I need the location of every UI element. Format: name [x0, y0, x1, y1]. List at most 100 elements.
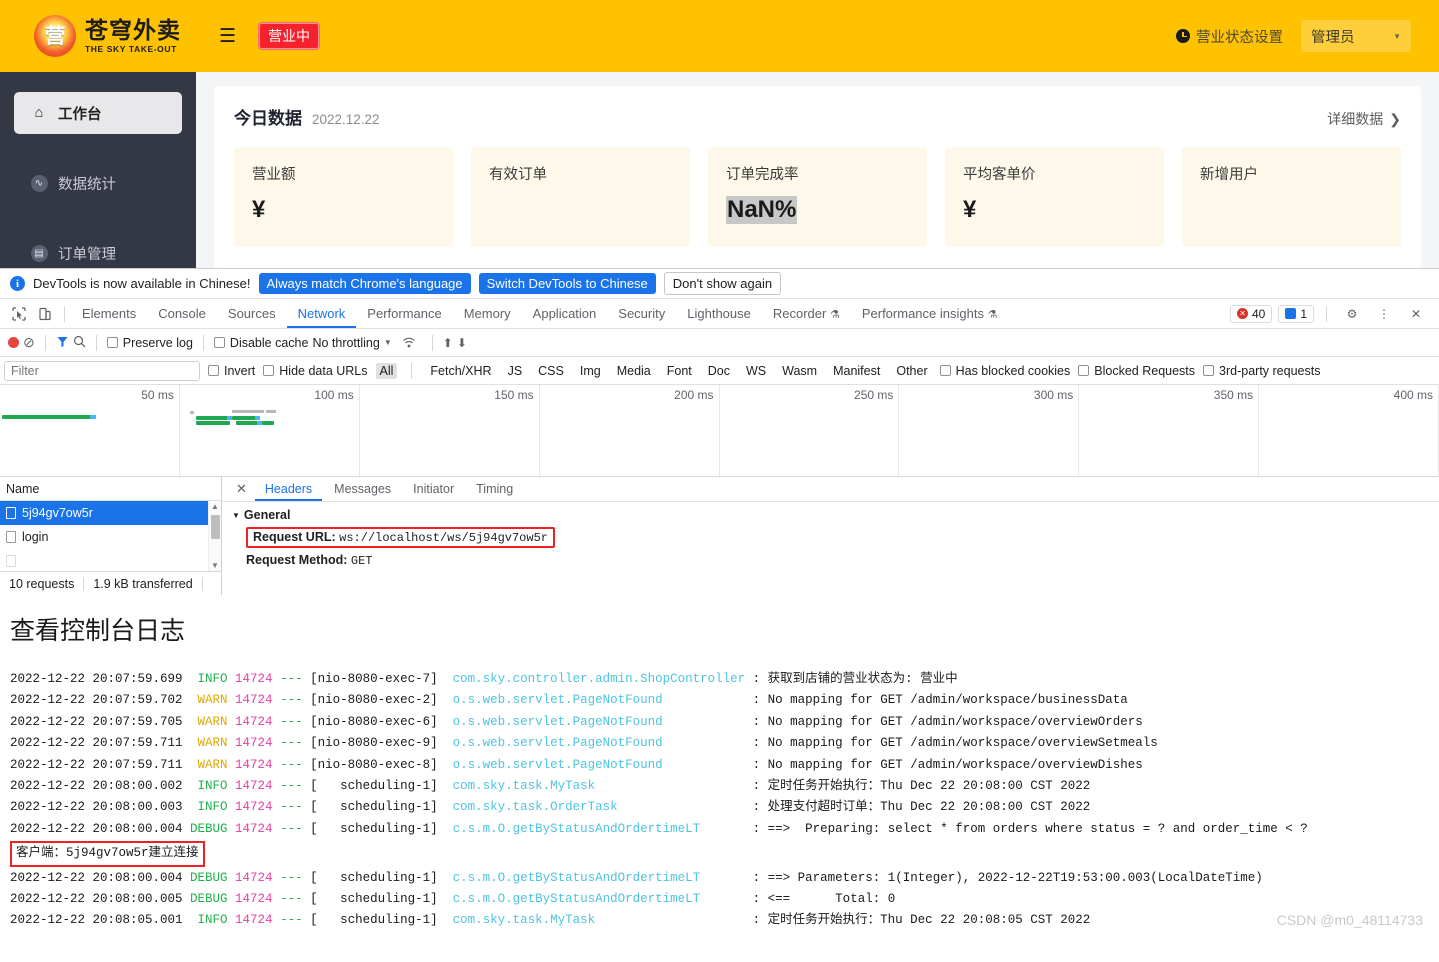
tab-console[interactable]: Console — [147, 299, 217, 328]
tab-lighthouse[interactable]: Lighthouse — [676, 299, 762, 328]
filter-type-doc[interactable]: Doc — [704, 363, 734, 379]
disable-cache-checkbox[interactable]: Disable cache — [213, 336, 308, 350]
filter-type-img[interactable]: Img — [576, 363, 605, 379]
request-detail-panel: ✕ Headers Messages Initiator Timing ▼ Ge… — [222, 477, 1439, 595]
filter-type-ws[interactable]: WS — [742, 363, 770, 379]
request-row-partial[interactable] — [0, 549, 221, 571]
filter-type-manifest[interactable]: Manifest — [829, 363, 884, 379]
log-pid: 14724 — [235, 736, 281, 751]
request-list-scrollbar[interactable]: ▲ ▼ — [208, 501, 221, 571]
user-role-dropdown[interactable]: 管理员 ▼ — [1301, 20, 1411, 52]
request-name: 5j94gv7ow5r — [22, 506, 93, 520]
log-logger: c.s.m.O.getByStatusAndOrdertimeLT — [452, 821, 753, 836]
scrollbar-thumb[interactable] — [211, 515, 220, 539]
inspect-element-icon[interactable] — [6, 301, 32, 327]
always-match-language-button[interactable]: Always match Chrome's language — [258, 273, 471, 294]
filter-type-js[interactable]: JS — [504, 363, 527, 379]
filter-type-media[interactable]: Media — [613, 363, 655, 379]
preserve-log-checkbox[interactable]: Preserve log — [106, 336, 193, 350]
log-separator: --- — [280, 892, 311, 907]
sidebar-item-statistics[interactable]: ∿ 数据统计 — [14, 162, 182, 204]
business-status-setting-button[interactable]: 营业状态设置 — [1176, 26, 1283, 47]
log-level: INFO — [190, 913, 236, 928]
chevron-down-icon[interactable]: ▼ — [384, 338, 392, 347]
logo-icon: 营 — [34, 15, 76, 57]
checkbox-box — [1078, 365, 1090, 376]
app-body: ⌂ 工作台 ∿ 数据统计 ▤ 订单管理 今日数据 2022.12.22 详细数据… — [0, 72, 1439, 268]
chevron-down-icon: ▼ — [232, 510, 240, 520]
gear-icon[interactable]: ⚙ — [1339, 301, 1365, 327]
tab-headers[interactable]: Headers — [254, 477, 323, 501]
blocked-requests-checkbox[interactable]: Blocked Requests — [1078, 364, 1195, 378]
log-line: 2022-12-22 20:08:00.004 DEBUG 14724 --- … — [10, 819, 1429, 840]
tab-performance[interactable]: Performance — [356, 299, 452, 328]
filter-input[interactable] — [4, 360, 200, 381]
request-url-highlight: Request URL: ws://localhost/ws/5j94gv7ow… — [246, 527, 555, 548]
log-thread: [nio-8080-exec-6] — [310, 714, 453, 729]
dashboard-content: 今日数据 2022.12.22 详细数据 ❯ 营业额 ¥ 有效订单 订单完成率 … — [196, 72, 1439, 268]
filter-type-all[interactable]: All — [375, 362, 398, 379]
device-toolbar-icon[interactable] — [32, 301, 58, 327]
error-count-badge[interactable]: ✕ 40 — [1229, 304, 1273, 323]
sidebar-item-orders[interactable]: ▤ 订单管理 — [14, 232, 182, 268]
export-har-icon[interactable]: ⬇ — [457, 336, 467, 350]
log-thread: [ scheduling-1] — [310, 892, 453, 907]
detail-data-link[interactable]: 详细数据 ❯ — [1327, 109, 1401, 129]
request-row-login[interactable]: login — [0, 525, 221, 549]
dismiss-notice-button[interactable]: Don't show again — [663, 272, 782, 295]
document-icon — [6, 507, 16, 519]
tab-performance-insights[interactable]: Performance insights ⚗ — [851, 299, 1009, 328]
tab-application[interactable]: Application — [522, 299, 608, 328]
log-level: INFO — [190, 779, 236, 794]
timeline-grid: 50 ms 100 ms 150 ms 200 ms 250 ms 300 ms… — [0, 385, 1439, 476]
filter-type-wasm[interactable]: Wasm — [778, 363, 821, 379]
search-icon[interactable] — [73, 335, 86, 351]
log-thread: [ scheduling-1] — [310, 779, 453, 794]
tab-recorder[interactable]: Recorder ⚗ — [762, 299, 851, 328]
message-count-badge[interactable]: 1 — [1278, 304, 1314, 323]
switch-devtools-language-button[interactable]: Switch DevTools to Chinese — [478, 273, 656, 294]
general-section-toggle[interactable]: ▼ General — [232, 508, 1439, 522]
filter-type-css[interactable]: CSS — [534, 363, 568, 379]
filter-type-font[interactable]: Font — [663, 363, 696, 379]
sidebar: ⌂ 工作台 ∿ 数据统计 ▤ 订单管理 — [0, 72, 196, 268]
network-toolbar: ⊘ Preserve log Disable cache No throttli… — [0, 329, 1439, 357]
wifi-icon[interactable] — [396, 330, 422, 356]
import-har-icon[interactable]: ⬆ — [443, 336, 453, 350]
more-options-icon[interactable]: ⋮ — [1371, 301, 1397, 327]
tab-performance-insights-label: Performance insights — [861, 306, 984, 321]
request-row-websocket[interactable]: 5j94gv7ow5r — [0, 501, 221, 525]
tab-memory[interactable]: Memory — [453, 299, 522, 328]
scroll-up-icon[interactable]: ▲ — [211, 502, 219, 511]
close-detail-icon[interactable]: ✕ — [230, 481, 253, 497]
filter-type-other[interactable]: Other — [892, 363, 931, 379]
tab-sources[interactable]: Sources — [217, 299, 287, 328]
scroll-down-icon[interactable]: ▼ — [211, 561, 219, 570]
tab-network[interactable]: Network — [286, 299, 357, 328]
filter-type-fetch-xhr[interactable]: Fetch/XHR — [426, 363, 495, 379]
timeline-tick: 50 ms — [141, 388, 174, 402]
menu-collapse-icon[interactable]: ☰ — [219, 27, 236, 46]
invert-checkbox[interactable]: Invert — [208, 364, 255, 378]
throttling-select[interactable]: No throttling — [312, 336, 379, 350]
log-separator: --- — [280, 800, 311, 815]
tab-elements[interactable]: Elements — [71, 299, 147, 328]
hide-data-urls-checkbox[interactable]: Hide data URLs — [263, 364, 368, 378]
tab-security[interactable]: Security — [607, 299, 676, 328]
sidebar-item-workbench[interactable]: ⌂ 工作台 — [14, 92, 182, 134]
clear-icon[interactable]: ⊘ — [23, 334, 35, 351]
close-icon[interactable]: ✕ — [1403, 301, 1429, 327]
tab-initiator[interactable]: Initiator — [403, 477, 464, 501]
record-button[interactable] — [8, 337, 19, 348]
request-bar — [266, 410, 276, 413]
request-url-key: Request URL: — [253, 530, 336, 544]
has-blocked-cookies-checkbox[interactable]: Has blocked cookies — [939, 364, 1070, 378]
tab-messages[interactable]: Messages — [324, 477, 401, 501]
third-party-requests-checkbox[interactable]: 3rd-party requests — [1203, 364, 1320, 378]
network-overview-timeline[interactable]: 50 ms 100 ms 150 ms 200 ms 250 ms 300 ms… — [0, 385, 1439, 477]
filter-icon[interactable] — [56, 335, 69, 351]
tab-timing[interactable]: Timing — [466, 477, 523, 501]
log-timestamp: 2022-12-22 20:07:59.699 — [10, 672, 191, 686]
log-pid: 14724 — [235, 892, 281, 907]
beaker-icon: ⚗ — [829, 309, 840, 321]
